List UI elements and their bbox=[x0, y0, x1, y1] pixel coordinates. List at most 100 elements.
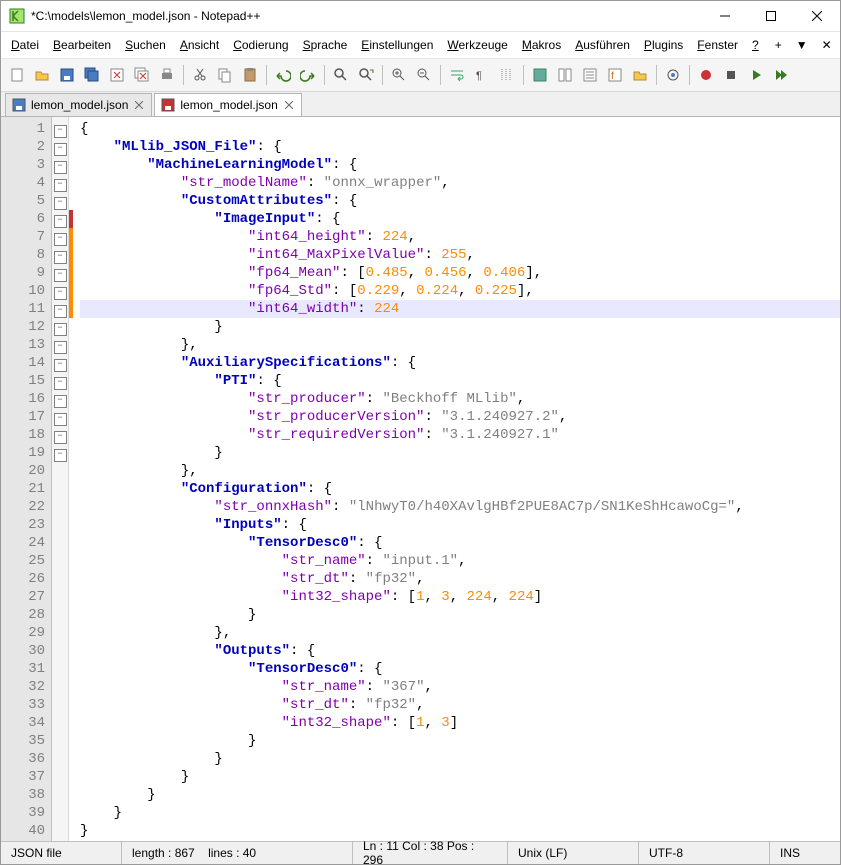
fold-marker[interactable]: − bbox=[52, 210, 68, 228]
menu-ausführen[interactable]: Ausführen bbox=[569, 36, 636, 54]
code-line[interactable]: "int32_shape": [1, 3] bbox=[80, 714, 840, 732]
code-line[interactable]: "TensorDesc0": { bbox=[80, 660, 840, 678]
maximize-button[interactable] bbox=[748, 1, 794, 31]
code-line[interactable]: "int64_height": 224, bbox=[80, 228, 840, 246]
code-line[interactable]: "PTI": { bbox=[80, 372, 840, 390]
editor[interactable]: 1234567891011121314151617181920212223242… bbox=[1, 117, 840, 841]
fold-marker[interactable]: − bbox=[52, 120, 68, 138]
undo-button[interactable] bbox=[271, 63, 295, 87]
code-line[interactable]: "MachineLearningModel": { bbox=[80, 156, 840, 174]
save-all-button[interactable] bbox=[80, 63, 104, 87]
save-button[interactable] bbox=[55, 63, 79, 87]
code-area[interactable]: { "MLlib_JSON_File": { "MachineLearningM… bbox=[74, 117, 840, 841]
menu-?[interactable]: ? bbox=[746, 36, 765, 54]
fold-marker[interactable]: − bbox=[52, 426, 68, 444]
code-line[interactable]: "int64_MaxPixelValue": 255, bbox=[80, 246, 840, 264]
minimize-button[interactable] bbox=[702, 1, 748, 31]
open-button[interactable] bbox=[30, 63, 54, 87]
code-line[interactable]: } bbox=[80, 822, 840, 840]
close-all-button[interactable] bbox=[130, 63, 154, 87]
code-line[interactable]: "str_dt": "fp32", bbox=[80, 696, 840, 714]
menu-more[interactable]: ▼ bbox=[790, 36, 814, 54]
play-multi-button[interactable] bbox=[769, 63, 793, 87]
print-button[interactable] bbox=[155, 63, 179, 87]
find-button[interactable] bbox=[329, 63, 353, 87]
indent-guide-button[interactable] bbox=[495, 63, 519, 87]
tab-1[interactable]: lemon_model.json bbox=[154, 93, 301, 116]
tab-close-icon[interactable] bbox=[283, 99, 295, 111]
all-chars-button[interactable]: ¶ bbox=[470, 63, 494, 87]
cut-button[interactable] bbox=[188, 63, 212, 87]
replace-button[interactable] bbox=[354, 63, 378, 87]
fold-marker[interactable]: − bbox=[52, 138, 68, 156]
fold-marker[interactable]: − bbox=[52, 444, 68, 462]
menu-close-icon[interactable]: ✕ bbox=[816, 36, 838, 54]
tab-0[interactable]: lemon_model.json bbox=[5, 93, 152, 116]
copy-button[interactable] bbox=[213, 63, 237, 87]
play-button[interactable] bbox=[744, 63, 768, 87]
fold-marker[interactable]: − bbox=[52, 408, 68, 426]
code-line[interactable]: "CustomAttributes": { bbox=[80, 192, 840, 210]
code-line[interactable]: { bbox=[80, 120, 840, 138]
code-line[interactable]: } bbox=[80, 750, 840, 768]
tab-close-icon[interactable] bbox=[133, 99, 145, 111]
fold-marker[interactable]: − bbox=[52, 264, 68, 282]
code-line[interactable]: "int32_shape": [1, 3, 224, 224] bbox=[80, 588, 840, 606]
fold-marker[interactable]: − bbox=[52, 300, 68, 318]
menu-ansicht[interactable]: Ansicht bbox=[174, 36, 225, 54]
code-line[interactable]: } bbox=[80, 444, 840, 462]
fold-marker[interactable]: − bbox=[52, 192, 68, 210]
code-line[interactable]: "str_producerVersion": "3.1.240927.2", bbox=[80, 408, 840, 426]
zoom-out-button[interactable] bbox=[412, 63, 436, 87]
code-line[interactable]: "ImageInput": { bbox=[80, 210, 840, 228]
menu-makros[interactable]: Makros bbox=[516, 36, 567, 54]
fold-marker[interactable]: − bbox=[52, 174, 68, 192]
code-line[interactable]: } bbox=[80, 804, 840, 822]
code-line[interactable]: } bbox=[80, 768, 840, 786]
code-line[interactable]: } bbox=[80, 732, 840, 750]
menu-datei[interactable]: Datei bbox=[5, 36, 45, 54]
menu-fenster[interactable]: Fenster bbox=[691, 36, 744, 54]
menu-codierung[interactable]: Codierung bbox=[227, 36, 294, 54]
menu-bearbeiten[interactable]: Bearbeiten bbox=[47, 36, 117, 54]
code-line[interactable]: "str_modelName": "onnx_wrapper", bbox=[80, 174, 840, 192]
menu-einstellungen[interactable]: Einstellungen bbox=[355, 36, 439, 54]
stop-button[interactable] bbox=[719, 63, 743, 87]
code-line[interactable]: }, bbox=[80, 336, 840, 354]
folder-button[interactable] bbox=[628, 63, 652, 87]
code-line[interactable]: "TensorDesc0": { bbox=[80, 534, 840, 552]
record-button[interactable] bbox=[694, 63, 718, 87]
fold-marker[interactable]: − bbox=[52, 156, 68, 174]
code-line[interactable]: "Outputs": { bbox=[80, 642, 840, 660]
doc-list-button[interactable] bbox=[578, 63, 602, 87]
code-line[interactable]: "Inputs": { bbox=[80, 516, 840, 534]
monitor-button[interactable] bbox=[661, 63, 685, 87]
fold-marker[interactable]: − bbox=[52, 336, 68, 354]
menu-suchen[interactable]: Suchen bbox=[119, 36, 172, 54]
code-line[interactable]: "str_onnxHash": "lNhwyT0/h40XAvlgHBf2PUE… bbox=[80, 498, 840, 516]
fold-marker[interactable]: − bbox=[52, 354, 68, 372]
code-line[interactable]: "str_name": "input.1", bbox=[80, 552, 840, 570]
menu-werkzeuge[interactable]: Werkzeuge bbox=[441, 36, 513, 54]
close-button[interactable] bbox=[794, 1, 840, 31]
func-list-button[interactable]: f bbox=[603, 63, 627, 87]
lang-button[interactable] bbox=[528, 63, 552, 87]
code-line[interactable]: "str_producer": "Beckhoff MLlib", bbox=[80, 390, 840, 408]
code-line[interactable]: }, bbox=[80, 462, 840, 480]
code-line[interactable]: "int64_width": 224 bbox=[80, 300, 840, 318]
code-line[interactable]: } bbox=[80, 318, 840, 336]
code-line[interactable]: "AuxiliarySpecifications": { bbox=[80, 354, 840, 372]
code-line[interactable]: "str_name": "367", bbox=[80, 678, 840, 696]
fold-marker[interactable]: − bbox=[52, 228, 68, 246]
code-line[interactable]: "fp64_Std": [0.229, 0.224, 0.225], bbox=[80, 282, 840, 300]
new-button[interactable] bbox=[5, 63, 29, 87]
menu-sprache[interactable]: Sprache bbox=[297, 36, 354, 54]
fold-column[interactable]: −−−−−−−−−−−−−−−−−−− bbox=[52, 117, 69, 841]
fold-marker[interactable]: − bbox=[52, 372, 68, 390]
menu-plus[interactable]: + bbox=[769, 36, 788, 54]
paste-button[interactable] bbox=[238, 63, 262, 87]
fold-marker[interactable]: − bbox=[52, 282, 68, 300]
fold-marker[interactable]: − bbox=[52, 318, 68, 336]
code-line[interactable]: "fp64_Mean": [0.485, 0.456, 0.406], bbox=[80, 264, 840, 282]
fold-marker[interactable]: − bbox=[52, 246, 68, 264]
